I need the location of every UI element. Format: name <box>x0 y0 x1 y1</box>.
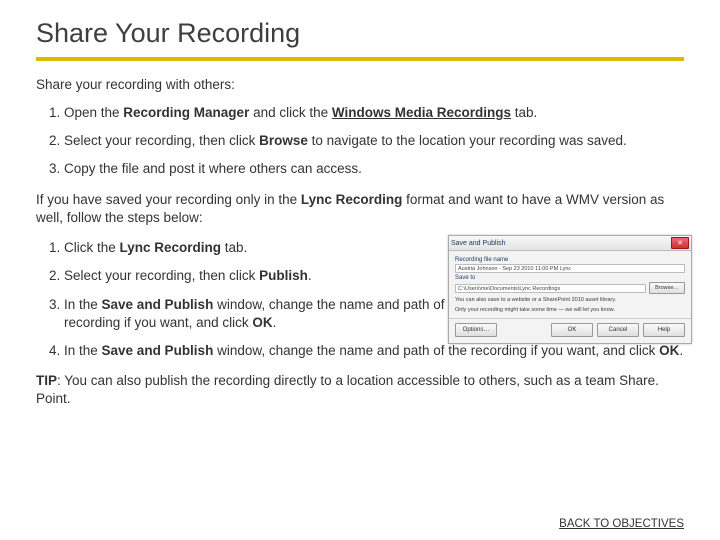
term-recording-manager: Recording Manager <box>123 105 249 120</box>
dialog-titlebar: Save and Publish ✕ <box>449 236 691 251</box>
save-and-publish-dialog: Save and Publish ✕ Recording file name A… <box>448 235 692 344</box>
list-item: Select your recording, then click Browse… <box>64 132 684 150</box>
step-list-1: Open the Recording Manager and click the… <box>36 104 684 179</box>
term-save-and-publish: Save and Publish <box>102 297 214 312</box>
term-wmr-tab: Windows Media Recordings <box>332 105 511 120</box>
browse-button[interactable]: Browse… <box>649 282 685 294</box>
input-save-to[interactable]: C:\Users\me\Documents\Lync Recordings <box>455 284 646 293</box>
back-to-objectives-link[interactable]: BACK TO OBJECTIVES <box>559 518 684 530</box>
title-divider <box>36 57 684 61</box>
term-save-and-publish: Save and Publish <box>102 343 214 358</box>
list-item: Open the Recording Manager and click the… <box>64 104 684 122</box>
list-item: Select your recording, then click Publis… <box>64 267 494 285</box>
term-lync-recording: Lync Recording <box>301 192 403 207</box>
term-browse: Browse <box>259 133 308 148</box>
options-button[interactable]: Options… <box>455 323 497 337</box>
mid-paragraph: If you have saved your recording only in… <box>36 191 684 227</box>
dialog-separator <box>449 318 691 319</box>
page-title: Share Your Recording <box>36 18 684 49</box>
list-item: In the Save and Publish window, change t… <box>64 296 494 332</box>
tip-label: TIP <box>36 373 57 388</box>
term-ok: OK <box>659 343 679 358</box>
term-ok: OK <box>252 315 272 330</box>
ok-button[interactable]: OK <box>551 323 593 337</box>
intro-text: Share your recording with others: <box>36 77 684 92</box>
help-button[interactable]: Help <box>643 323 685 337</box>
close-icon[interactable]: ✕ <box>671 237 689 249</box>
tip-text: TIP: You can also publish the recording … <box>36 372 684 408</box>
cancel-button[interactable]: Cancel <box>597 323 639 337</box>
term-publish: Publish <box>259 268 308 283</box>
list-item: Click the Lync Recording tab. <box>64 239 494 257</box>
input-recording-file-name[interactable]: Austria Johnson - Sep 23 2010 11:00 PM L… <box>455 264 685 273</box>
dialog-title-text: Save and Publish <box>451 240 505 247</box>
dialog-note: You can also save to a website or a Shar… <box>455 297 685 304</box>
label-save-to: Save to <box>455 275 685 281</box>
label-recording-file-name: Recording file name <box>455 257 685 263</box>
list-item: In the Save and Publish window, change t… <box>64 342 684 360</box>
term-lync-recording-tab: Lync Recording <box>120 240 222 255</box>
list-item: Copy the file and post it where others c… <box>64 160 684 178</box>
dialog-note: Only your recording might take some time… <box>455 307 685 314</box>
